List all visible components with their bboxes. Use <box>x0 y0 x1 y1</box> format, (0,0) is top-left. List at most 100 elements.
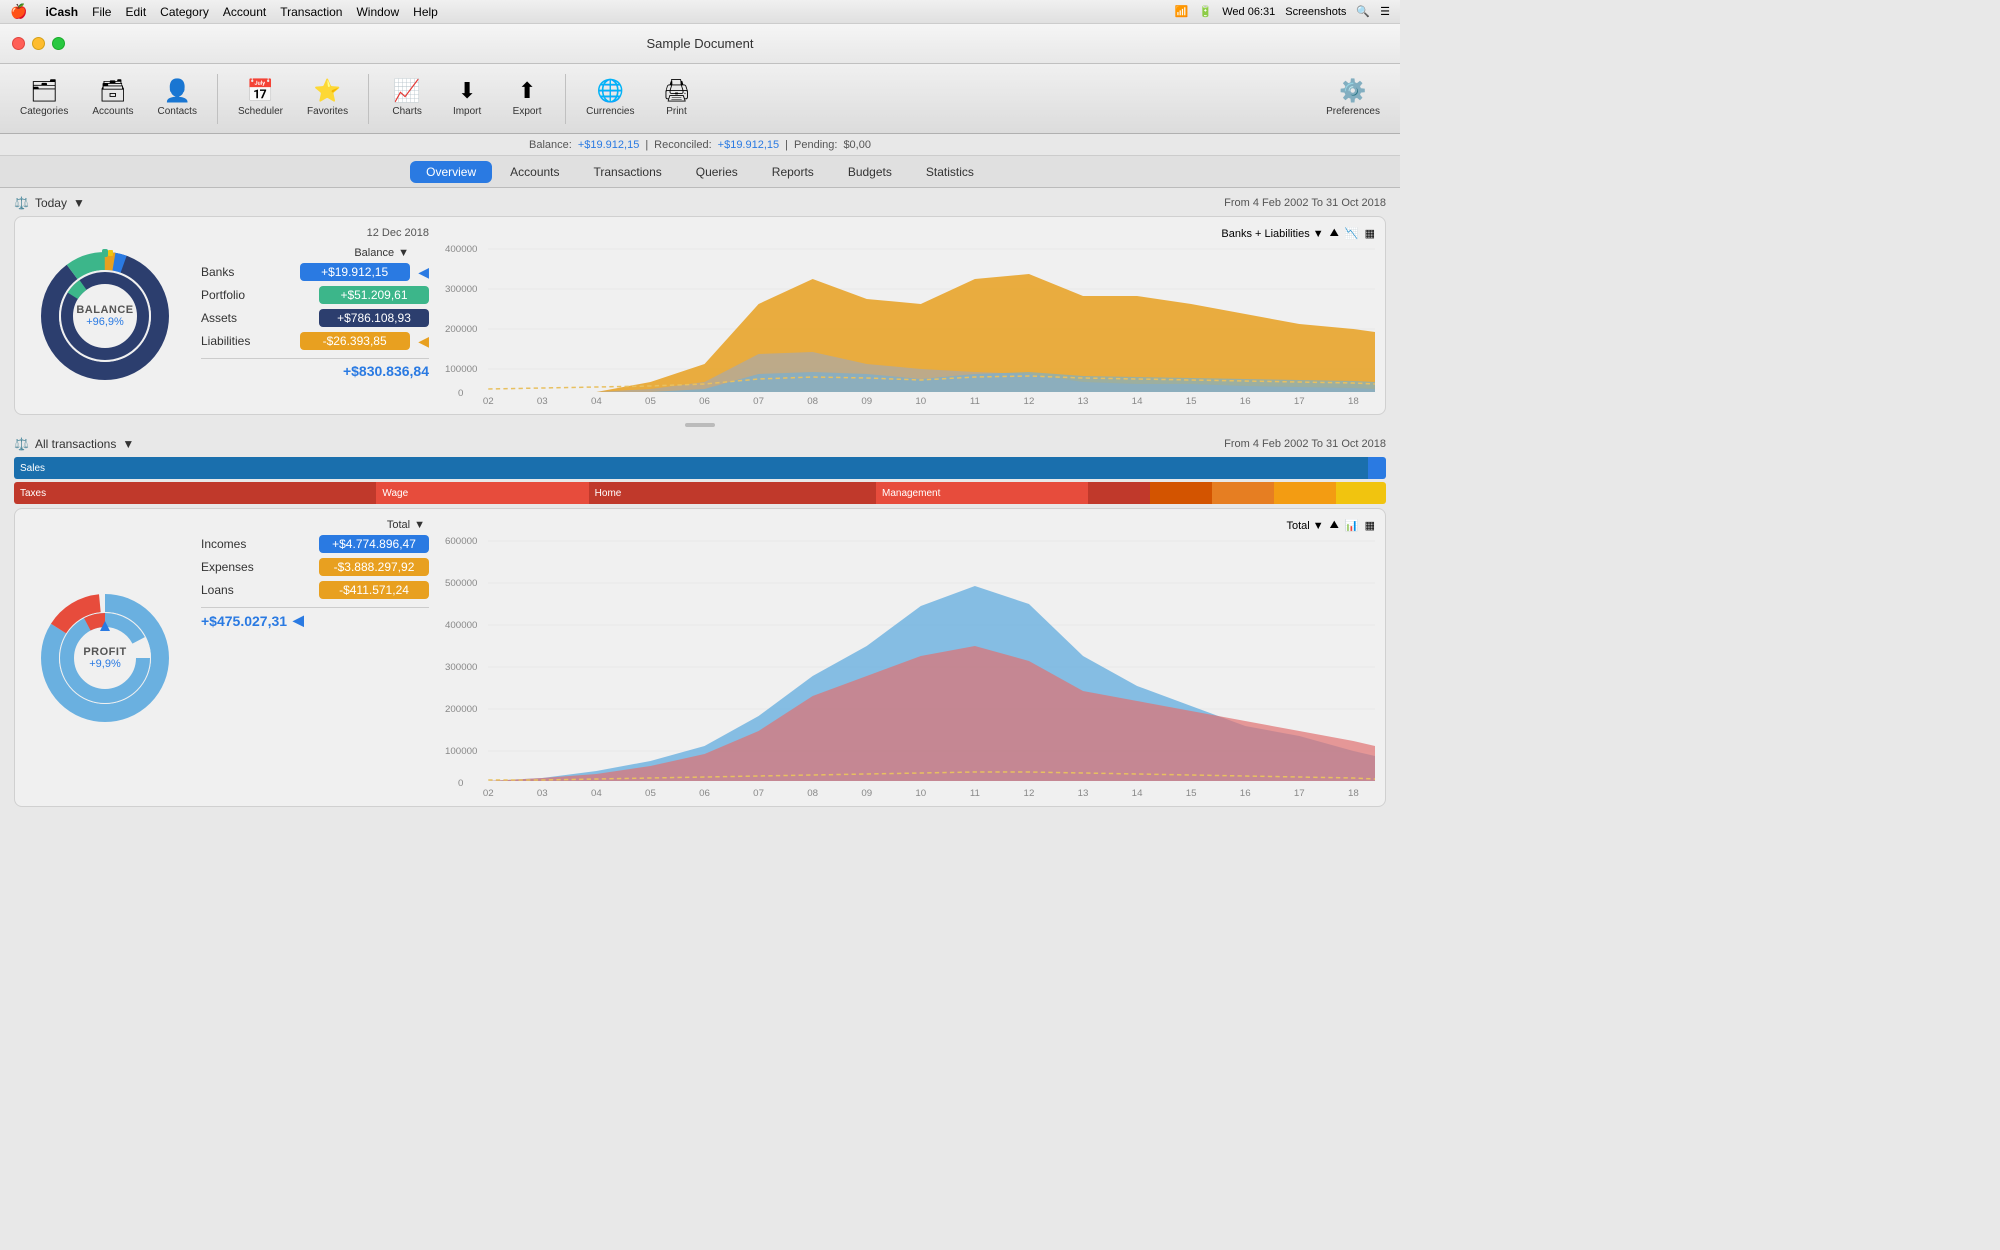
profit-header-dropdown[interactable]: ▼ <box>414 519 425 531</box>
print-icon: 🖨 <box>663 80 691 102</box>
contacts-label: Contacts <box>158 106 197 117</box>
control-icon[interactable]: ☰ <box>1380 5 1390 18</box>
profit-chart-container: Total ▼ ⛰ 📊 ▦ 600000 500000 400000 30000… <box>445 519 1375 796</box>
balance-donut-label: BALANCE +96,9% <box>76 304 133 328</box>
balance-chart-filter[interactable]: Banks + Liabilities ▼ <box>1221 228 1323 240</box>
menu-account[interactable]: Account <box>223 5 266 19</box>
assets-label: Assets <box>201 311 291 325</box>
menu-category[interactable]: Category <box>160 5 209 19</box>
svg-text:200000: 200000 <box>445 324 477 334</box>
export-label: Export <box>513 106 542 117</box>
menu-transaction[interactable]: Transaction <box>280 5 342 19</box>
profit-filter-dropdown[interactable]: ▼ <box>1313 520 1324 532</box>
profit-total-row: +$475.027,31 ◀ <box>201 607 429 629</box>
profit-donut-label: PROFIT +9,9% <box>83 646 126 670</box>
balance-dropdown-icon[interactable]: ▼ <box>73 196 85 210</box>
profit-section-title[interactable]: ⚖️ All transactions ▼ <box>14 437 134 451</box>
profit-dropdown-icon[interactable]: ▼ <box>122 437 134 451</box>
menu-window[interactable]: Window <box>356 5 399 19</box>
svg-text:300000: 300000 <box>445 662 477 672</box>
menu-file[interactable]: File <box>92 5 111 19</box>
area-chart-icon[interactable]: ⛰ <box>1330 227 1339 240</box>
tab-budgets[interactable]: Budgets <box>832 161 908 183</box>
separator-2 <box>368 74 369 124</box>
line-chart-icon[interactable]: 📉 <box>1345 227 1359 240</box>
menu-edit[interactable]: Edit <box>125 5 146 19</box>
section-divider[interactable] <box>0 421 1400 429</box>
wifi-icon: 📶 <box>1175 5 1189 18</box>
toolbar-import[interactable]: ⬇ Import <box>439 74 495 123</box>
banks-label: Banks <box>201 265 291 279</box>
profit-donut-value: +9,9% <box>83 658 126 670</box>
balance-header-dropdown[interactable]: ▼ <box>398 247 409 259</box>
profit-area-icon[interactable]: ⛰ <box>1330 519 1339 532</box>
expenses-label: Expenses <box>201 560 291 574</box>
main-content: ⚖️ Today ▼ From 4 Feb 2002 To 31 Oct 201… <box>0 188 1400 875</box>
balance-row-assets: Assets +$786.108,93 <box>201 309 429 327</box>
profit-title-text: All transactions <box>35 437 116 451</box>
separator-1 <box>217 74 218 124</box>
tab-overview[interactable]: Overview <box>410 161 492 183</box>
other-bar-5 <box>1336 482 1386 504</box>
charts-label: Charts <box>392 106 421 117</box>
toolbar-export[interactable]: ⬆ Export <box>499 74 555 123</box>
menubar-time: Wed 06:31 <box>1222 6 1275 18</box>
profit-area-chart: 600000 500000 400000 300000 200000 10000… <box>445 536 1375 796</box>
taxes-bar: Taxes <box>14 482 376 504</box>
app-name[interactable]: iCash <box>45 5 78 19</box>
maximize-button[interactable] <box>52 37 65 50</box>
preferences-label: Preferences <box>1326 106 1380 117</box>
search-icon[interactable]: 🔍 <box>1356 5 1370 18</box>
toolbar-currencies[interactable]: 🌐 Currencies <box>576 74 644 123</box>
scheduler-icon: 📅 <box>247 80 274 102</box>
table-icon[interactable]: ▦ <box>1365 227 1375 240</box>
portfolio-value: +$51.209,61 <box>319 286 429 304</box>
toolbar-preferences[interactable]: ⚙️ Preferences <box>1316 74 1390 123</box>
svg-text:11: 11 <box>970 788 980 796</box>
profit-date-range: From 4 Feb 2002 To 31 Oct 2018 <box>1224 438 1386 450</box>
toolbar-print[interactable]: 🖨 Print <box>648 74 704 123</box>
balance-filter-dropdown[interactable]: ▼ <box>1313 228 1324 240</box>
separator-3 <box>565 74 566 124</box>
apple-menu[interactable]: 🍎 <box>10 3 27 20</box>
loans-label: Loans <box>201 583 291 597</box>
menubar-screenshots: Screenshots <box>1285 6 1346 18</box>
svg-text:04: 04 <box>591 788 602 796</box>
tab-reports[interactable]: Reports <box>756 161 830 183</box>
portfolio-label: Portfolio <box>201 288 291 302</box>
balance-chart-date: 12 Dec 2018 <box>201 227 429 239</box>
balance-total: +$830.836,84 <box>201 358 429 379</box>
tab-transactions[interactable]: Transactions <box>578 161 678 183</box>
profit-bar-icon[interactable]: 📊 <box>1345 519 1359 532</box>
profit-table-icon[interactable]: ▦ <box>1365 519 1375 532</box>
toolbar-contacts[interactable]: 👤 Contacts <box>148 74 207 123</box>
toolbar-charts[interactable]: 📈 Charts <box>379 74 435 123</box>
reconciled-value: +$19.912,15 <box>718 139 779 151</box>
toolbar-accounts[interactable]: 🗃 Accounts <box>82 74 143 123</box>
tab-statistics[interactable]: Statistics <box>910 161 990 183</box>
svg-text:400000: 400000 <box>445 620 477 630</box>
svg-text:06: 06 <box>699 788 710 796</box>
balance-icon: ⚖️ <box>14 196 29 210</box>
profit-chart-filter[interactable]: Total ▼ <box>1287 520 1324 532</box>
battery-icon: 🔋 <box>1199 5 1213 18</box>
balance-content: BALANCE +96,9% 12 Dec 2018 Balance ▼ Ban… <box>14 216 1386 415</box>
minimize-button[interactable] <box>32 37 45 50</box>
svg-text:200000: 200000 <box>445 704 477 714</box>
toolbar-categories[interactable]: 🗂 Categories <box>10 74 78 123</box>
favorites-label: Favorites <box>307 106 348 117</box>
import-icon: ⬇ <box>458 80 476 102</box>
close-button[interactable] <box>12 37 25 50</box>
expenses-bar-row: Taxes Wage Home Management <box>14 482 1386 504</box>
balance-table: 12 Dec 2018 Balance ▼ Banks +$19.912,15 … <box>195 227 435 404</box>
tab-accounts[interactable]: Accounts <box>494 161 575 183</box>
toolbar-favorites[interactable]: ⭐ Favorites <box>297 74 358 123</box>
tab-queries[interactable]: Queries <box>680 161 754 183</box>
management-bar: Management <box>876 482 1088 504</box>
menubar-right: 📶 🔋 Wed 06:31 Screenshots 🔍 ☰ <box>1175 5 1390 18</box>
svg-text:12: 12 <box>1024 396 1035 404</box>
balance-section-title[interactable]: ⚖️ Today ▼ <box>14 196 85 210</box>
menu-help[interactable]: Help <box>413 5 438 19</box>
incomes-label: Incomes <box>201 537 291 551</box>
toolbar-scheduler[interactable]: 📅 Scheduler <box>228 74 293 123</box>
